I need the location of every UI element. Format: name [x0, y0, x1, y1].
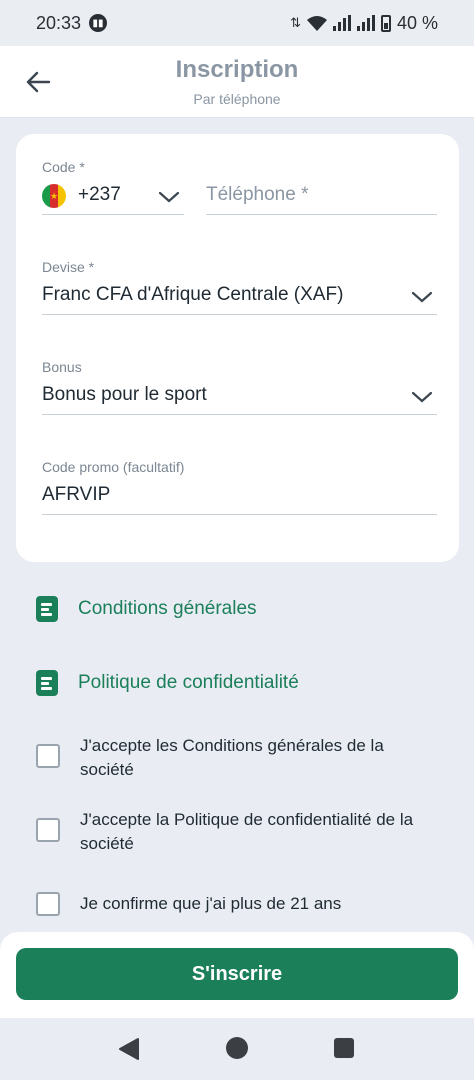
age-confirm-label: Je confirme que j'ai plus de 21 ans [80, 894, 342, 913]
currency-select[interactable]: Franc CFA d'Afrique Centrale (XAF) [42, 280, 437, 314]
battery-level: 40 % [396, 12, 438, 33]
document-icon [36, 596, 58, 622]
promo-code-input[interactable]: AFRVIP [42, 484, 437, 512]
battery-icon [380, 14, 391, 32]
accept-terms-label: J'accepte les Conditions générales de la… [80, 736, 384, 779]
country-code-select[interactable]: ★ +237 [42, 178, 184, 216]
status-left: 20:33 ▮▮ [36, 12, 108, 34]
notification-icon: ▮▮ [89, 14, 108, 32]
bonus-select[interactable]: Bonus pour le sport [42, 380, 437, 414]
system-nav-bar [0, 1018, 474, 1080]
phone-input[interactable]: Téléphone * [206, 184, 436, 214]
terms-link[interactable]: Conditions générales [36, 596, 257, 622]
terms-link-label: Conditions générales [78, 598, 257, 619]
chevron-down-icon [411, 391, 433, 403]
nav-back-icon[interactable] [118, 1037, 140, 1061]
signal-icon-2 [356, 15, 375, 31]
currency-underline [42, 314, 437, 315]
accept-privacy-label: J'accepte la Politique de confidentialit… [80, 810, 414, 853]
status-bar: 20:33 ▮▮ ⇅ 40 % [0, 0, 474, 46]
register-button[interactable]: S'inscrire [16, 948, 458, 1000]
promo-label: Code promo (facultatif) [42, 459, 185, 475]
app-header: Inscription Par téléphone [0, 46, 474, 118]
bonus-label: Bonus [42, 359, 82, 375]
currency-label: Devise * [42, 259, 95, 275]
country-code-value: +237 [78, 184, 121, 205]
code-label: Code * [42, 159, 85, 175]
age-confirm-checkbox[interactable] [36, 892, 60, 916]
document-icon [36, 670, 58, 696]
privacy-link-label: Politique de confidentialité [78, 672, 299, 693]
status-time: 20:33 [36, 12, 82, 33]
accept-terms-checkbox[interactable] [36, 744, 60, 768]
page-subtitle: Par téléphone [193, 91, 281, 107]
chevron-down-icon [158, 191, 180, 203]
age-confirm-row: Je confirme que j'ai plus de 21 ans [36, 892, 420, 916]
signal-icon [332, 15, 351, 31]
phone-underline [206, 214, 437, 215]
page-title: Inscription [175, 56, 299, 83]
cameroon-flag-icon: ★ [42, 184, 66, 208]
accept-privacy-checkbox[interactable] [36, 818, 60, 842]
code-underline [42, 214, 184, 215]
nav-recents-icon[interactable] [334, 1038, 354, 1058]
wifi-icon [306, 16, 327, 31]
chevron-down-icon [411, 291, 433, 303]
accept-terms-row: J'accepte les Conditions générales de la… [36, 734, 420, 782]
bonus-value: Bonus pour le sport [42, 384, 207, 405]
nav-home-icon[interactable] [226, 1037, 248, 1059]
data-transfer-icon: ⇅ [290, 15, 301, 30]
promo-underline [42, 514, 437, 515]
privacy-policy-link[interactable]: Politique de confidentialité [36, 670, 299, 696]
accept-privacy-row: J'accepte la Politique de confidentialit… [36, 808, 420, 856]
bonus-underline [42, 414, 437, 415]
registration-form-card: Code * ★ +237 Téléphone * Devise * Franc… [16, 134, 459, 562]
status-right: ⇅ 40 % [290, 13, 438, 34]
currency-value: Franc CFA d'Afrique Centrale (XAF) [42, 284, 344, 305]
